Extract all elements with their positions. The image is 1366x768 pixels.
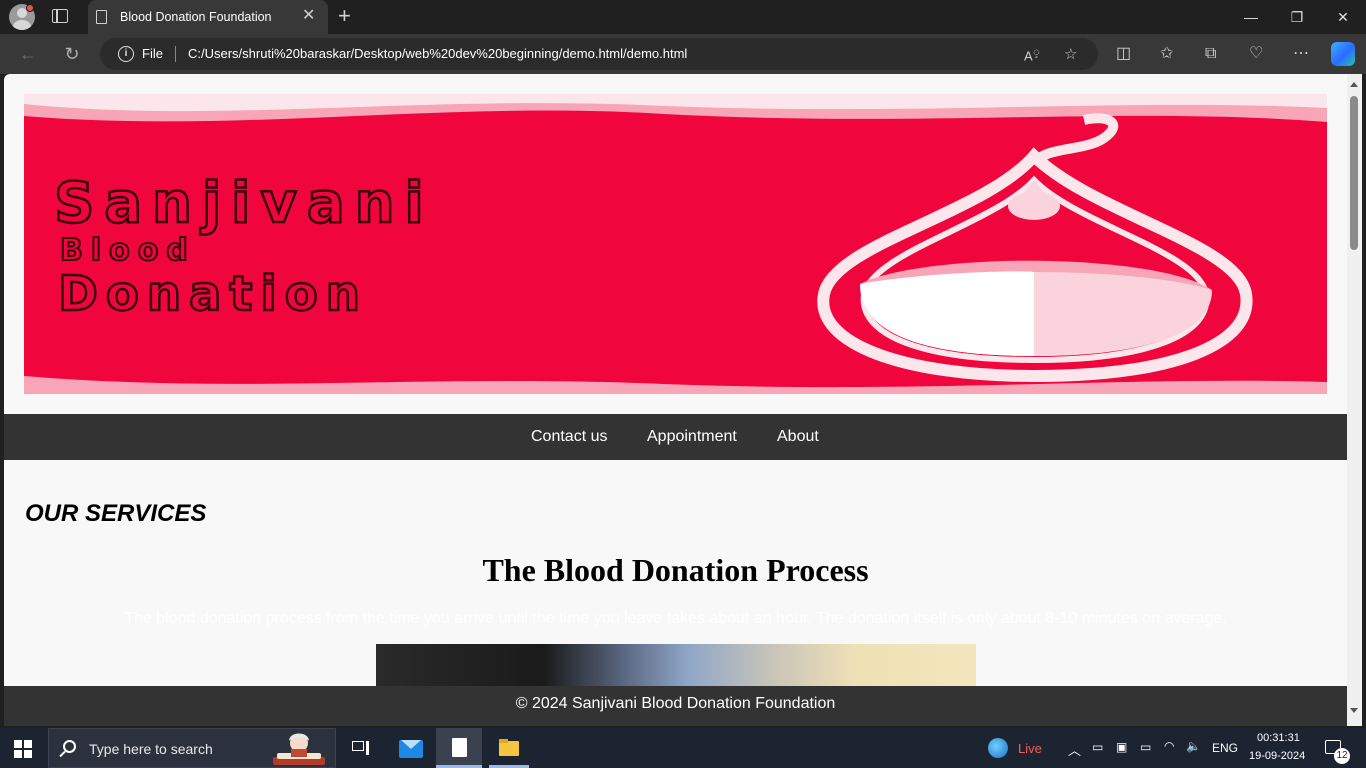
split-screen-icon[interactable]: ◫ bbox=[1116, 44, 1131, 64]
clock-time[interactable]: 00:31:31 bbox=[1257, 732, 1300, 744]
page-viewport: Sanjivani Blood Donation Contact us Appo… bbox=[4, 74, 1347, 686]
clock-date[interactable]: 19-09-2024 bbox=[1249, 750, 1305, 762]
volume-icon[interactable]: 🔈 bbox=[1186, 739, 1201, 753]
search-icon bbox=[63, 740, 76, 753]
tab-title: Blood Donation Foundation bbox=[120, 10, 272, 24]
windows-taskbar: Type here to search Live ︿ ▭ ▣ ▭ ◠ 🔈 ENG… bbox=[0, 728, 1366, 768]
browser-title-bar: Blood Donation Foundation ✕ + — ❐ ✕ bbox=[0, 0, 1366, 34]
battery-icon[interactable]: ▭ bbox=[1140, 740, 1151, 754]
banner-line-1: Sanjivani bbox=[54, 171, 434, 236]
address-scheme: File bbox=[142, 46, 163, 61]
more-options-icon[interactable]: ⋯ bbox=[1293, 44, 1309, 64]
page-icon bbox=[96, 10, 107, 24]
address-bar[interactable]: i File C:/Users/shruti%20baraskar/Deskto… bbox=[100, 38, 1098, 70]
mail-app-icon[interactable] bbox=[388, 728, 434, 768]
back-icon[interactable]: ← bbox=[16, 42, 40, 66]
language-indicator[interactable]: ENG bbox=[1212, 741, 1238, 755]
file-explorer-icon[interactable] bbox=[486, 728, 532, 768]
collections-icon[interactable]: ⧉ bbox=[1205, 44, 1216, 64]
blood-donation-photo bbox=[376, 644, 976, 686]
site-info-icon[interactable]: i bbox=[118, 46, 134, 62]
taskbar-search-placeholder: Type here to search bbox=[89, 741, 213, 757]
refresh-icon[interactable]: ↻ bbox=[60, 42, 84, 66]
taskbar-search-box[interactable]: Type here to search bbox=[48, 728, 336, 768]
windows-start-icon[interactable] bbox=[14, 740, 32, 758]
banner-line-3: Donation bbox=[58, 266, 368, 322]
close-tab-icon[interactable]: ✕ bbox=[302, 8, 315, 24]
weather-icon[interactable] bbox=[988, 738, 1008, 758]
scroll-down-icon[interactable] bbox=[1350, 708, 1358, 713]
new-tab-icon[interactable]: + bbox=[338, 4, 351, 28]
profile-status-icon bbox=[26, 4, 34, 12]
chevron-up-icon[interactable]: ︿ bbox=[1068, 740, 1081, 759]
scrollbar-thumb[interactable] bbox=[1350, 96, 1358, 250]
minimize-icon[interactable]: — bbox=[1228, 0, 1274, 34]
close-window-icon[interactable]: ✕ bbox=[1320, 0, 1366, 34]
nav-contact-us-link[interactable]: Contact us bbox=[531, 428, 607, 446]
services-heading: OUR SERVICES bbox=[25, 500, 207, 527]
nav-about-link[interactable]: About bbox=[777, 428, 819, 446]
browser-tab[interactable]: Blood Donation Foundation ✕ bbox=[88, 0, 328, 34]
notepad-app-icon[interactable] bbox=[436, 728, 482, 768]
tab-actions-icon[interactable] bbox=[52, 9, 68, 23]
windows-security-icon[interactable]: ▣ bbox=[1116, 740, 1127, 754]
site-navigation: Contact us Appointment About bbox=[4, 414, 1347, 460]
weather-live-label[interactable]: Live bbox=[1018, 741, 1042, 756]
wifi-icon[interactable]: ◠ bbox=[1164, 739, 1174, 753]
favorite-star-icon[interactable]: ☆ bbox=[1064, 45, 1077, 63]
favorites-icon[interactable]: ✩ bbox=[1160, 44, 1173, 64]
copilot-icon[interactable] bbox=[1331, 42, 1355, 66]
search-highlight-icon bbox=[273, 733, 325, 765]
banner-line-2: Blood bbox=[60, 233, 196, 268]
header-banner-image: Sanjivani Blood Donation bbox=[24, 94, 1327, 394]
scroll-up-icon[interactable] bbox=[1350, 82, 1358, 87]
site-footer: © 2024 Sanjivani Blood Donation Foundati… bbox=[4, 686, 1347, 726]
notification-count-badge: 12 bbox=[1334, 748, 1350, 764]
browser-toolbar: ← ↻ i File C:/Users/shruti%20baraskar/De… bbox=[0, 34, 1366, 74]
process-description: The blood donation process from the time… bbox=[124, 610, 1227, 627]
page-scrollbar[interactable] bbox=[1347, 74, 1362, 726]
process-title: The Blood Donation Process bbox=[482, 552, 869, 588]
task-view-icon[interactable] bbox=[338, 728, 384, 768]
nav-appointment-link[interactable]: Appointment bbox=[647, 428, 737, 446]
meet-now-icon[interactable]: ▭ bbox=[1092, 740, 1103, 754]
browser-essentials-icon[interactable]: ♡ bbox=[1249, 44, 1263, 64]
address-url[interactable]: C:/Users/shruti%20baraskar/Desktop/web%2… bbox=[188, 46, 687, 61]
read-aloud-icon[interactable]: Aৢ bbox=[1024, 47, 1040, 63]
restore-icon[interactable]: ❐ bbox=[1274, 0, 1320, 34]
address-separator bbox=[175, 46, 176, 62]
